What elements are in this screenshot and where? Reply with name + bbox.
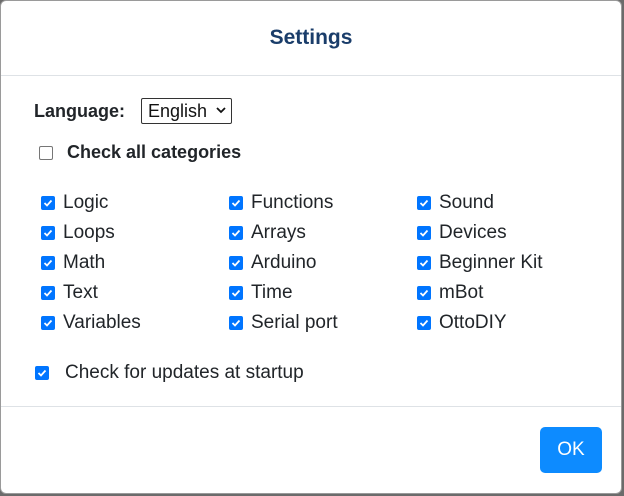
category-label: Beginner Kit xyxy=(439,252,543,273)
category-label: Loops xyxy=(63,222,115,243)
category-option[interactable]: Time xyxy=(229,278,417,308)
checkmark-icon xyxy=(419,229,429,237)
category-label: Functions xyxy=(251,192,334,213)
category-checkbox[interactable] xyxy=(417,316,431,330)
category-label: Time xyxy=(251,282,293,303)
category-checkbox[interactable] xyxy=(41,286,55,300)
checkmark-icon xyxy=(419,199,429,207)
checkmark-icon xyxy=(231,199,241,207)
check-all-label: Check all categories xyxy=(67,142,242,162)
checkmark-icon xyxy=(43,199,53,207)
checkmark-icon xyxy=(419,319,429,327)
checkmark-icon xyxy=(43,259,53,267)
category-option[interactable]: Arrays xyxy=(229,218,417,248)
check-all-categories[interactable]: Check all categories xyxy=(39,142,241,163)
category-label: Arduino xyxy=(251,252,317,273)
category-option[interactable]: Sound xyxy=(417,188,605,218)
category-label: Logic xyxy=(63,192,109,213)
category-option[interactable]: Beginner Kit xyxy=(417,248,605,278)
check-updates-checkbox[interactable] xyxy=(35,366,49,380)
category-option[interactable]: Arduino xyxy=(229,248,417,278)
category-checkbox[interactable] xyxy=(417,226,431,240)
checkmark-icon xyxy=(231,229,241,237)
category-checkbox[interactable] xyxy=(229,226,243,240)
checkmark-icon xyxy=(43,289,53,297)
category-option[interactable]: Functions xyxy=(229,188,417,218)
check-all-checkbox[interactable] xyxy=(39,145,53,160)
category-label: OttoDIY xyxy=(439,312,507,333)
category-option[interactable]: Text xyxy=(41,278,229,308)
category-label: Sound xyxy=(439,192,494,213)
category-option[interactable]: Math xyxy=(41,248,229,278)
category-label: Text xyxy=(63,282,98,303)
category-checkbox[interactable] xyxy=(41,256,55,270)
checkmark-icon xyxy=(231,319,241,327)
category-checkbox[interactable] xyxy=(229,196,243,210)
category-checkbox[interactable] xyxy=(41,316,55,330)
category-label: Math xyxy=(63,252,106,273)
category-checkbox[interactable] xyxy=(41,196,55,210)
language-label: Language: xyxy=(34,100,126,121)
language-select-value: English xyxy=(148,101,208,121)
dialog-footer: OK xyxy=(1,407,621,493)
dialog-title: Settings xyxy=(269,26,353,49)
category-label: mBot xyxy=(439,282,484,303)
checkmark-icon xyxy=(37,369,47,377)
checkmark-icon xyxy=(231,259,241,267)
category-checkbox[interactable] xyxy=(417,256,431,270)
ok-button[interactable]: OK xyxy=(540,427,602,473)
check-updates-option[interactable]: Check for updates at startup xyxy=(35,362,304,384)
category-checkbox[interactable] xyxy=(229,256,243,270)
category-option[interactable]: Logic xyxy=(41,188,229,218)
category-label: Variables xyxy=(63,312,141,333)
category-label: Arrays xyxy=(251,222,306,243)
category-option[interactable]: mBot xyxy=(417,278,605,308)
dialog-header: Settings xyxy=(1,1,621,76)
category-option[interactable]: Loops xyxy=(41,218,229,248)
checkmark-icon xyxy=(43,229,53,237)
category-option[interactable]: Devices xyxy=(417,218,605,248)
check-updates-label: Check for updates at startup xyxy=(65,362,304,383)
category-option[interactable]: Variables xyxy=(41,308,229,338)
dialog-body: Language: English Check all categories L… xyxy=(1,76,621,407)
category-checkbox[interactable] xyxy=(229,316,243,330)
chevron-down-icon xyxy=(216,107,226,114)
category-option[interactable]: Serial port xyxy=(229,308,417,338)
category-checkbox[interactable] xyxy=(417,286,431,300)
category-checkbox[interactable] xyxy=(229,286,243,300)
category-grid: Logic Functions Sound Loops Arrays Devices Mat… xyxy=(41,188,605,338)
language-select[interactable]: English xyxy=(141,98,233,124)
settings-dialog: Settings Language: English Check all cat… xyxy=(0,0,622,494)
checkmark-icon xyxy=(231,289,241,297)
checkmark-icon xyxy=(419,259,429,267)
category-checkbox[interactable] xyxy=(417,196,431,210)
category-label: Devices xyxy=(439,222,507,243)
language-row: Language: English xyxy=(34,98,233,124)
category-option[interactable]: OttoDIY xyxy=(417,308,605,338)
category-checkbox[interactable] xyxy=(41,226,55,240)
checkmark-icon xyxy=(419,289,429,297)
category-label: Serial port xyxy=(251,312,338,333)
checkmark-icon xyxy=(43,319,53,327)
